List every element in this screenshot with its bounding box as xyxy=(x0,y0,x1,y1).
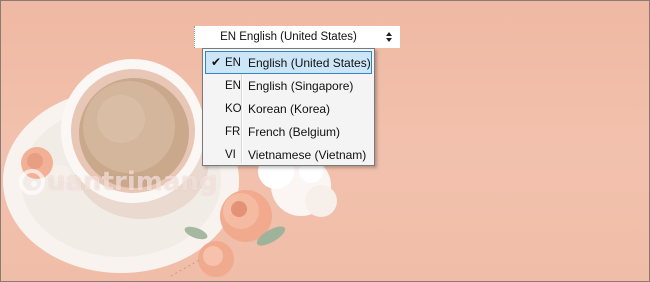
checkmark-icon: ✔ xyxy=(211,55,222,69)
menu-item-label: Korean (Korea) xyxy=(248,101,331,116)
menu-item-korean-korea[interactable]: KO Korean (Korea) xyxy=(205,97,372,120)
watermark-q-icon xyxy=(19,169,45,195)
desktop-frame: uantrimang EN English (United States) ✔ … xyxy=(0,0,650,282)
menu-item-code: VI xyxy=(225,148,236,161)
language-bar-current[interactable]: EN English (United States) xyxy=(195,31,382,43)
menu-item-code: EN xyxy=(225,56,241,69)
menu-item-english-singapore[interactable]: EN English (Singapore) xyxy=(205,74,372,97)
menu-item-code: KO xyxy=(225,102,242,115)
language-bar-options-icon[interactable] xyxy=(382,28,396,46)
menu-item-label: Vietnamese (Vietnam) xyxy=(248,147,367,162)
menu-item-french-belgium[interactable]: FR French (Belgium) xyxy=(205,120,372,143)
menu-item-vietnamese-vietnam[interactable]: VI Vietnamese (Vietnam) xyxy=(205,143,372,166)
watermark-text: uantrimang xyxy=(47,167,218,197)
menu-item-code: EN xyxy=(225,79,241,92)
language-bar[interactable]: EN English (United States) xyxy=(194,26,400,48)
menu-item-label: French (Belgium) xyxy=(248,124,341,139)
menu-item-label: English (United States) xyxy=(248,55,371,70)
language-menu: ✔ EN English (United States) EN English … xyxy=(202,48,375,166)
watermark-logo: uantrimang xyxy=(19,167,249,197)
menu-item-english-united-states[interactable]: ✔ EN English (United States) xyxy=(205,51,372,74)
menu-item-code: FR xyxy=(225,125,241,138)
menu-item-label: English (Singapore) xyxy=(248,78,354,93)
